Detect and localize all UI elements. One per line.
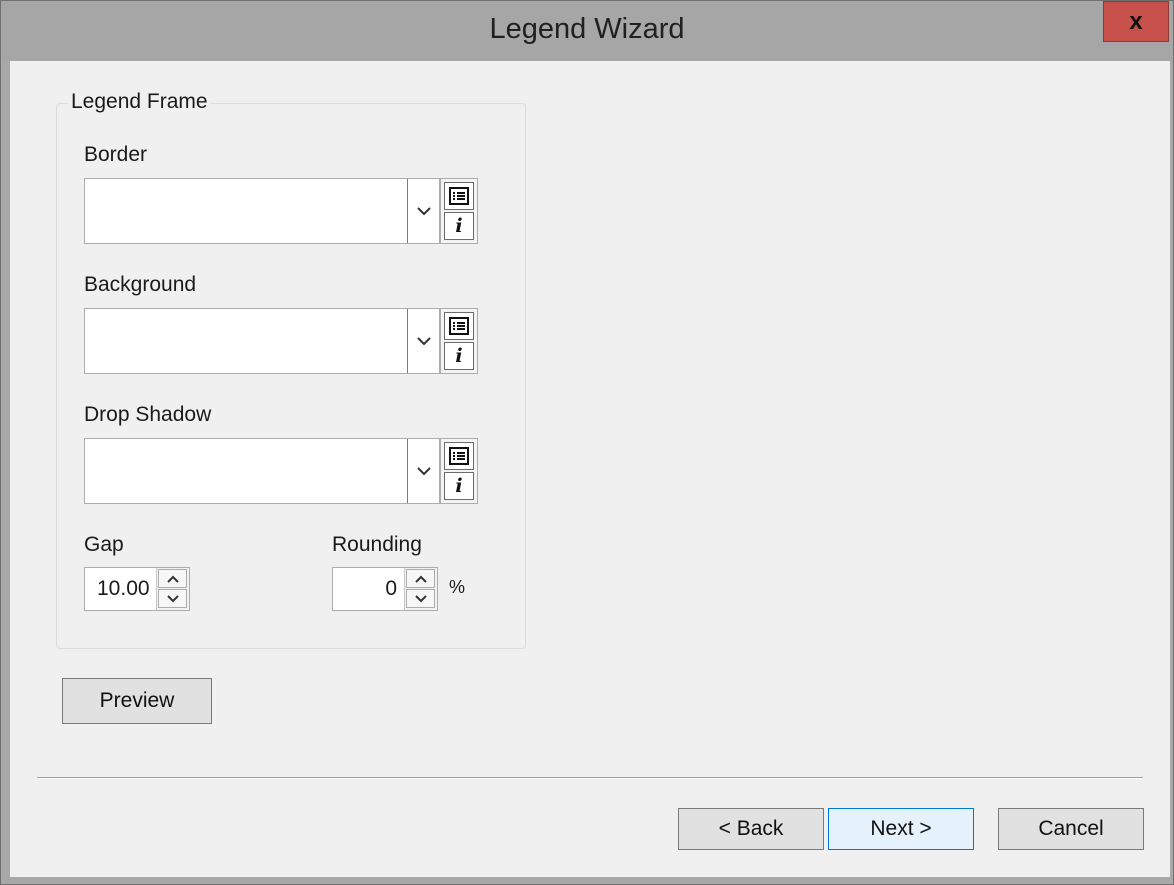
close-button[interactable]: x: [1103, 1, 1169, 42]
gap-label: Gap: [84, 533, 124, 556]
border-combo[interactable]: [84, 178, 440, 244]
info-icon: i: [455, 475, 463, 497]
drop-shadow-dropdown-button[interactable]: [407, 439, 439, 503]
info-icon: i: [455, 345, 463, 367]
border-list-button[interactable]: [444, 182, 474, 210]
next-button[interactable]: Next >: [828, 808, 974, 850]
dialog-window: Legend Wizard x Legend Frame Border i Ba…: [0, 0, 1174, 885]
spin-up-icon: [414, 575, 427, 583]
gap-spinner[interactable]: 10.00: [84, 567, 190, 611]
chevron-down-icon: [416, 336, 431, 345]
spin-up-icon: [166, 575, 179, 583]
title-bar[interactable]: Legend Wizard x: [1, 1, 1173, 61]
close-icon: x: [1129, 7, 1143, 35]
gap-spin-buttons: [156, 568, 189, 610]
preview-button[interactable]: Preview: [62, 678, 212, 724]
drop-shadow-label: Drop Shadow: [84, 403, 212, 426]
rounding-increment-button[interactable]: [406, 569, 435, 588]
border-dropdown-button[interactable]: [407, 179, 439, 243]
spin-down-icon: [166, 594, 179, 602]
rounding-label: Rounding: [332, 533, 422, 556]
rounding-value[interactable]: 0: [333, 568, 397, 610]
rounding-unit: %: [449, 577, 466, 597]
rounding-spin-buttons: [404, 568, 437, 610]
gap-decrement-button[interactable]: [158, 589, 187, 608]
chevron-down-icon: [416, 466, 431, 475]
background-combo[interactable]: [84, 308, 440, 374]
gap-value[interactable]: 10.00: [97, 568, 150, 610]
list-icon: [449, 447, 469, 465]
back-button[interactable]: < Back: [678, 808, 824, 850]
footer-separator: [37, 777, 1143, 779]
background-info-button[interactable]: i: [444, 342, 474, 370]
gap-increment-button[interactable]: [158, 569, 187, 588]
drop-shadow-combo[interactable]: [84, 438, 440, 504]
window-title: Legend Wizard: [489, 13, 685, 45]
cancel-button[interactable]: Cancel: [998, 808, 1144, 850]
rounding-decrement-button[interactable]: [406, 589, 435, 608]
border-side-buttons: i: [440, 178, 478, 244]
dialog-body: Legend Frame Border i Background i Drop …: [10, 61, 1170, 877]
border-label: Border: [84, 143, 148, 166]
background-side-buttons: i: [440, 308, 478, 374]
drop-shadow-list-button[interactable]: [444, 442, 474, 470]
background-label: Background: [84, 273, 197, 296]
info-icon: i: [455, 215, 463, 237]
group-title: Legend Frame: [68, 90, 211, 114]
background-dropdown-button[interactable]: [407, 309, 439, 373]
list-icon: [449, 317, 469, 335]
background-list-button[interactable]: [444, 312, 474, 340]
rounding-spinner[interactable]: 0: [332, 567, 438, 611]
list-icon: [449, 187, 469, 205]
spin-down-icon: [414, 594, 427, 602]
border-info-button[interactable]: i: [444, 212, 474, 240]
drop-shadow-side-buttons: i: [440, 438, 478, 504]
drop-shadow-info-button[interactable]: i: [444, 472, 474, 500]
chevron-down-icon: [416, 206, 431, 215]
